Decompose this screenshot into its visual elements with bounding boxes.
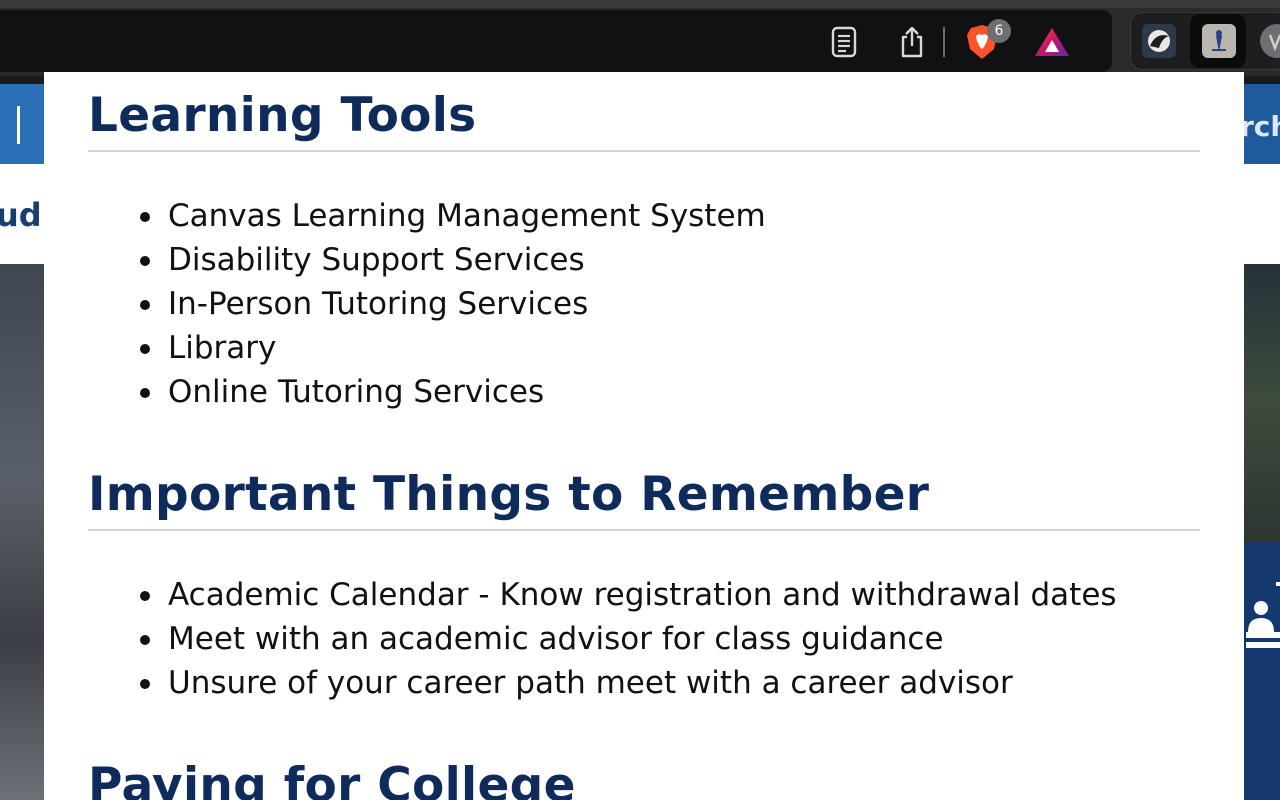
list-item[interactable]: Library (140, 326, 1200, 370)
extension-icon[interactable] (1142, 24, 1176, 58)
shields-count-badge: 6 (987, 19, 1011, 43)
extension-icon[interactable] (1202, 24, 1236, 58)
brave-rewards-icon (1035, 28, 1069, 56)
list-item-label[interactable]: Canvas Learning Management System (168, 198, 766, 234)
background-page-photo (1244, 264, 1280, 542)
section-divider (88, 150, 1200, 152)
list-item[interactable]: Meet with an academic advisor for class … (140, 617, 1200, 661)
bullet-icon (140, 388, 150, 398)
list-item-label[interactable]: Meet with an academic advisor for class … (168, 621, 944, 657)
share-icon (901, 26, 923, 58)
section-heading: Paying for College (88, 758, 576, 800)
bullet-icon (140, 300, 150, 310)
background-text-cursor (17, 106, 20, 144)
bullet-icon (140, 635, 150, 645)
reader-mode-button[interactable] (824, 22, 864, 62)
quick-links-popup[interactable]: Learning Tools Canvas Learning Managemen… (44, 72, 1244, 800)
background-search-text: rch (1240, 110, 1280, 143)
background-page-text: ud (0, 196, 42, 234)
list-item-label[interactable]: Library (168, 330, 276, 366)
list-item-label[interactable]: Unsure of your career path meet with a c… (168, 665, 1013, 701)
list-item-label[interactable]: Academic Calendar - Know registration an… (168, 577, 1117, 613)
share-button[interactable] (892, 22, 932, 62)
list-item[interactable]: Canvas Learning Management System (140, 194, 1200, 238)
section-divider (88, 529, 1200, 531)
brave-rewards-button[interactable] (1032, 22, 1072, 62)
list-item-label[interactable]: Online Tutoring Services (168, 374, 544, 410)
list-item-label[interactable]: In-Person Tutoring Services (168, 286, 588, 322)
list-item[interactable]: Disability Support Services (140, 238, 1200, 282)
bullet-icon (140, 256, 150, 266)
toolbar-separator (943, 27, 945, 57)
v-logo-icon (1268, 34, 1280, 52)
section-paying-for-college: Paying for College (88, 758, 1200, 800)
mascot-icon (1212, 30, 1226, 52)
bullet-icon (140, 212, 150, 222)
section-heading: Learning Tools (88, 88, 477, 143)
section-learning-tools: Learning Tools Canvas Learning Managemen… (88, 88, 1200, 414)
background-page-nav (1244, 164, 1280, 264)
background-page-panel (1244, 542, 1280, 800)
link-list: Academic Calendar - Know registration an… (88, 573, 1200, 705)
list-item-label[interactable]: Disability Support Services (168, 242, 585, 278)
section-important-things: Important Things to Remember Academic Ca… (88, 467, 1200, 705)
link-list: Canvas Learning Management System Disabi… (88, 194, 1200, 414)
list-item[interactable]: Unsure of your career path meet with a c… (140, 661, 1200, 705)
reader-mode-icon (831, 26, 857, 58)
browser-chrome: 6 (0, 0, 1280, 76)
bullet-icon (140, 344, 150, 354)
list-item[interactable]: In-Person Tutoring Services (140, 282, 1200, 326)
toolbar (0, 10, 1112, 72)
list-item[interactable]: Online Tutoring Services (140, 370, 1200, 414)
extension-icon[interactable] (1260, 24, 1280, 58)
bullet-icon (140, 591, 150, 601)
bird-icon (1148, 30, 1170, 52)
background-page-header (0, 84, 44, 164)
background-page-photo (0, 264, 44, 800)
list-item[interactable]: Academic Calendar - Know registration an… (140, 573, 1200, 617)
section-heading: Important Things to Remember (88, 467, 930, 522)
people-icon (1246, 582, 1280, 648)
tab-strip-edge (0, 0, 1280, 8)
bullet-icon (140, 679, 150, 689)
